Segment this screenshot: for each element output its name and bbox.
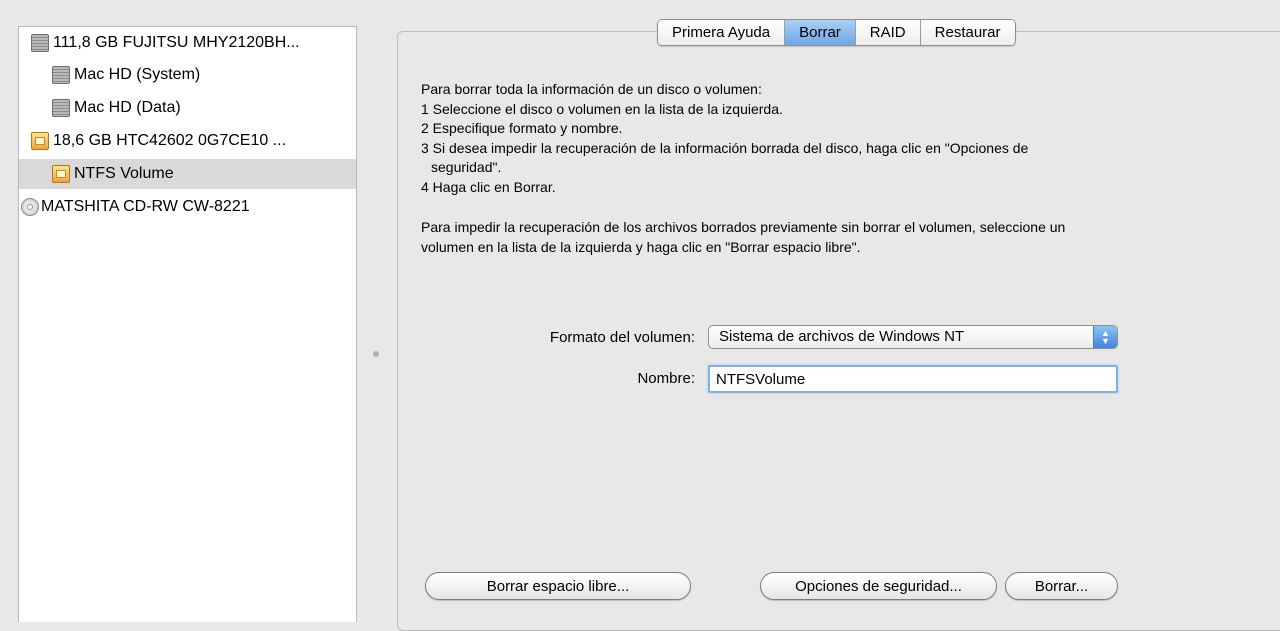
erase-free-space-button[interactable]: Borrar espacio libre...	[425, 572, 691, 600]
free-space-instructions: Para impedir la recuperación de los arch…	[421, 219, 1066, 235]
erase-instructions: Para borrar toda la información de un di…	[421, 80, 1280, 257]
instructions-step-4: 4 Haga clic en Borrar.	[421, 178, 556, 195]
external-disk-icon	[52, 165, 70, 183]
volume-item-mac-hd-data[interactable]: Mac HD (Data)	[19, 93, 356, 123]
disk-list-sidebar[interactable]: 111,8 GB FUJITSU MHY2120BH... Mac HD (Sy…	[18, 26, 357, 622]
select-arrows-icon: ▲ ▼	[1093, 326, 1117, 348]
instructions-step-3-continued: seguridad".	[431, 159, 502, 175]
disk-item-cd-drive[interactable]: MATSHITA CD-RW CW-8221	[19, 192, 356, 222]
volume-item-ntfs[interactable]: NTFS Volume	[19, 159, 356, 189]
instructions-step-1: 1 Seleccione el disco o volumen en la li…	[421, 100, 783, 117]
split-view-handle[interactable]	[373, 351, 379, 357]
disk-item-label: 111,8 GB FUJITSU MHY2120BH...	[53, 34, 300, 51]
tab-bar: Primera Ayuda Borrar RAID Restaurar	[657, 19, 1016, 46]
security-options-button[interactable]: Opciones de seguridad...	[760, 572, 997, 600]
volume-item-label: NTFS Volume	[74, 165, 174, 182]
tab-restore[interactable]: Restaurar	[920, 20, 1015, 45]
name-label: Nombre:	[637, 370, 695, 387]
volume-format-value: Sistema de archivos de Windows NT	[719, 328, 965, 345]
hard-disk-icon	[52, 66, 70, 84]
volume-name-input[interactable]	[708, 365, 1118, 393]
external-disk-icon	[31, 132, 49, 150]
erase-button[interactable]: Borrar...	[1005, 572, 1118, 600]
disk-item-label: 18,6 GB HTC42602 0G7CE10 ...	[53, 132, 287, 149]
tab-first-aid[interactable]: Primera Ayuda	[658, 20, 786, 45]
volume-item-mac-hd-system[interactable]: Mac HD (System)	[19, 60, 356, 90]
tab-raid[interactable]: RAID	[855, 20, 921, 45]
disk-item-htc[interactable]: 18,6 GB HTC42602 0G7CE10 ...	[19, 126, 356, 156]
volume-item-label: Mac HD (System)	[74, 66, 201, 83]
hard-disk-icon	[52, 99, 70, 117]
instructions-intro: Para borrar toda la información de un di…	[421, 81, 762, 97]
hard-disk-icon	[31, 34, 49, 52]
tab-erase[interactable]: Borrar	[785, 20, 856, 45]
format-label: Formato del volumen:	[549, 329, 695, 346]
volume-format-select[interactable]: Sistema de archivos de Windows NT ▲ ▼	[708, 325, 1118, 349]
instructions-step-3: 3 Si desea impedir la recuperación de la…	[421, 139, 1029, 156]
disk-item-label: MATSHITA CD-RW CW-8221	[41, 198, 250, 215]
instructions-step-2: 2 Especifique formato y nombre.	[421, 120, 623, 136]
disk-item-fujitsu[interactable]: 111,8 GB FUJITSU MHY2120BH...	[19, 28, 356, 58]
volume-item-label: Mac HD (Data)	[74, 99, 181, 116]
optical-drive-icon	[21, 198, 39, 216]
free-space-instructions-continued: volumen en la lista de la izquierda y ha…	[421, 238, 861, 255]
